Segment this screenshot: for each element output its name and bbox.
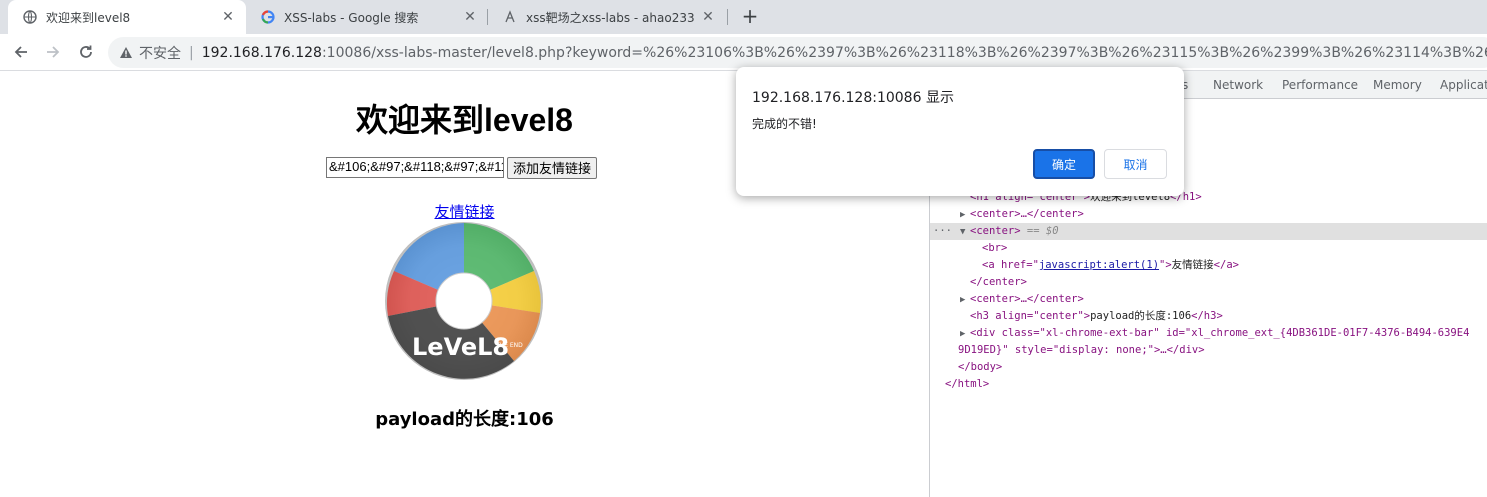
disc-subtitle: THE END xyxy=(495,342,523,349)
url-host: 192.168.176.128 xyxy=(201,44,322,61)
browser-window: 欢迎来到level8 ✕ XSS-labs - Google 搜索 ✕ xss靶… xyxy=(0,0,1487,497)
devtools-tab-performance[interactable]: Performance xyxy=(1282,78,1358,92)
back-icon[interactable] xyxy=(8,39,34,65)
ok-button[interactable]: 确定 xyxy=(1033,149,1095,179)
warning-icon[interactable] xyxy=(119,46,133,59)
dom-node-center-collapsed-2[interactable]: ▶ <center>…</center> xyxy=(960,291,1084,308)
tab-divider xyxy=(727,9,728,25)
dom-node-center-selected[interactable]: ··· ▼ <center> == $0 xyxy=(930,223,1487,240)
a-open-tag: <a href=" xyxy=(982,259,1039,271)
dom-node-anchor[interactable]: <a href="javascript:alert(1)">友情链接</a> xyxy=(982,257,1239,274)
a-open-end: "> xyxy=(1159,259,1172,271)
dom-node-html-close[interactable]: </html> xyxy=(945,376,989,393)
center-tag: <center> xyxy=(970,225,1021,237)
disc-title: LeVeL8 xyxy=(412,333,509,361)
level8-disc-image: LeVeL8 THE END xyxy=(385,222,543,380)
logo-icon xyxy=(502,9,518,25)
selected-ref: == $0 xyxy=(1026,225,1059,237)
payload-length: payload的长度:106 xyxy=(375,409,554,430)
close-tab-icon[interactable]: ✕ xyxy=(462,9,478,25)
a-text: 友情链接 xyxy=(1171,259,1214,271)
tab-title: XSS-labs - Google 搜索 xyxy=(284,10,419,25)
add-link-button[interactable]: 添加友情链接 xyxy=(507,157,598,179)
a-close-tag: </a> xyxy=(1213,259,1239,271)
security-label[interactable]: 不安全 xyxy=(139,43,181,63)
h3-open-tag: <h3 align="center"> xyxy=(970,310,1091,322)
globe-icon xyxy=(22,9,38,25)
devtools-tab-application[interactable]: Applicatio xyxy=(1440,78,1487,92)
center-close-tag: </center> xyxy=(970,276,1027,288)
devtools-tab-network[interactable]: Network xyxy=(1213,78,1263,92)
tab-title: 欢迎来到level8 xyxy=(46,10,131,25)
href-value-link[interactable]: javascript:alert(1) xyxy=(1039,259,1159,271)
reload-icon[interactable] xyxy=(73,39,99,65)
html-close-tag: </html> xyxy=(945,378,990,390)
new-tab-icon[interactable]: + xyxy=(738,5,762,29)
google-icon xyxy=(260,9,276,25)
tab-level8[interactable]: 欢迎来到level8 ✕ xyxy=(8,0,246,34)
br-tag: <br> xyxy=(982,242,1008,254)
dom-node-div-cont[interactable]: 9D19ED}" style="display: none;">…</div> xyxy=(958,342,1205,359)
keyword-input[interactable]: &#106;&#97;&#118;&#97;&#115;&#99;&#114;&… xyxy=(326,157,504,178)
dialog-title: 192.168.176.128:10086 显示 xyxy=(752,90,954,106)
friend-link-text[interactable]: 友情链接 xyxy=(434,203,494,221)
center-collapsed: <center>…</center> xyxy=(970,293,1084,305)
cancel-button[interactable]: 取消 xyxy=(1104,149,1167,179)
collapse-triangle-icon[interactable]: ▼ xyxy=(960,224,970,241)
address-separator: | xyxy=(189,44,194,61)
alert-dialog: 192.168.176.128:10086 显示 完成的不错! 确定 取消 xyxy=(736,67,1184,196)
devtools-tab-memory[interactable]: Memory xyxy=(1373,78,1422,92)
toolbar: 不安全 | 192.168.176.128 :10086/xss-labs-ma… xyxy=(0,34,1487,71)
forward-icon[interactable] xyxy=(40,39,66,65)
div-tag-part2: 9D19ED}" style="display: none;">…</div> xyxy=(958,344,1205,356)
h3-close-tag: </h3> xyxy=(1191,310,1223,322)
dom-node-center-close[interactable]: </center> xyxy=(970,274,1027,291)
dialog-message: 完成的不错! xyxy=(752,117,817,131)
div-tag-part1: <div class="xl-chrome-ext-bar" id="xl_ch… xyxy=(970,327,1470,339)
tab-google-search[interactable]: XSS-labs - Google 搜索 ✕ xyxy=(246,0,488,34)
expand-triangle-icon[interactable]: ▶ xyxy=(960,326,970,343)
tab-strip: 欢迎来到level8 ✕ XSS-labs - Google 搜索 ✕ xss靶… xyxy=(0,0,1487,34)
url-path: :10086/xss-labs-master/level8.php?keywor… xyxy=(321,44,1487,61)
dom-node-center-collapsed[interactable]: ▶ <center>…</center> xyxy=(960,206,1084,223)
search-form: &#106;&#97;&#118;&#97;&#115;&#99;&#114;&… xyxy=(326,157,598,179)
close-tab-icon[interactable]: ✕ xyxy=(220,9,236,25)
more-dots-icon[interactable]: ··· xyxy=(930,223,960,240)
dom-node-br[interactable]: <br> xyxy=(982,240,1007,257)
dom-node-h3[interactable]: <h3 align="center">payload的长度:106</h3> xyxy=(970,308,1223,325)
tab-xss-blog[interactable]: xss靶场之xss-labs - ahao2333 ✕ xyxy=(488,0,726,34)
expand-triangle-icon[interactable]: ▶ xyxy=(960,207,970,224)
dom-node-body-close[interactable]: </body> xyxy=(958,359,1002,376)
expand-triangle-icon[interactable]: ▶ xyxy=(960,292,970,309)
h3-text: payload的长度:106 xyxy=(1090,310,1192,322)
tab-title: xss靶场之xss-labs - ahao2333 xyxy=(526,10,694,25)
body-close-tag: </body> xyxy=(958,361,1003,373)
center-collapsed: <center>…</center> xyxy=(970,208,1084,220)
dom-node-div[interactable]: ▶ <div class="xl-chrome-ext-bar" id="xl_c… xyxy=(960,325,1469,342)
close-tab-icon[interactable]: ✕ xyxy=(700,9,716,25)
friend-link: 友情链接 xyxy=(0,201,929,222)
address-bar[interactable]: 不安全 | 192.168.176.128 :10086/xss-labs-ma… xyxy=(108,37,1487,68)
